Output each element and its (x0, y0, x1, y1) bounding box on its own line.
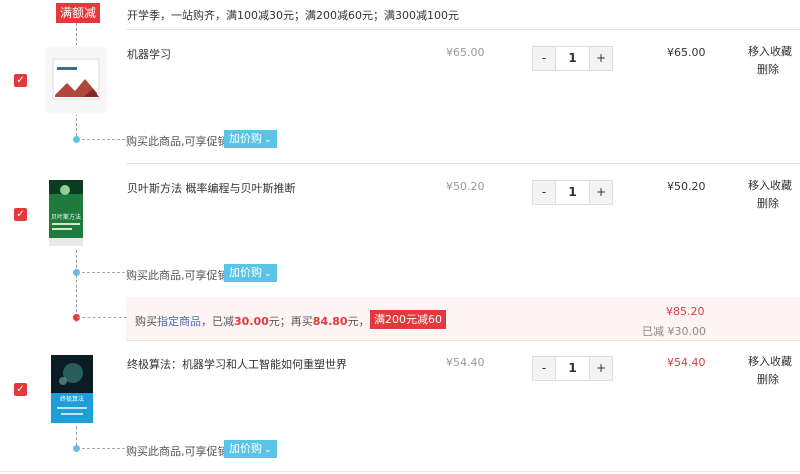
product-image[interactable] (43, 45, 109, 115)
promo-summary-text: 购买指定商品，已减30.00元；再买84.80元，可享受 (135, 313, 403, 329)
increase-qty-button[interactable]: + (589, 181, 612, 204)
add-on-purchase-button[interactable]: 加价购 ⌄ (224, 440, 277, 458)
divider (0, 471, 800, 472)
item-checkbox[interactable]: ✓ (14, 208, 27, 221)
remaining-amount: 84.80 (312, 315, 348, 328)
chevron-down-icon: ⌄ (264, 135, 272, 145)
addon-label: 加价购 (229, 442, 262, 455)
addon-label: 加价购 (229, 132, 262, 145)
promo-text: 购买此商品,可享促销 (126, 135, 229, 148)
add-on-purchase-button[interactable]: 加价购 ⌄ (224, 264, 277, 282)
product-title[interactable]: 终极算法：机器学习和人工智能如何重塑世界 (127, 356, 347, 372)
promo-tag: 满200元减60 (370, 310, 446, 329)
subtotal: ¥50.20 (667, 180, 706, 193)
item-checkbox[interactable]: ✓ (14, 383, 27, 396)
increase-qty-button[interactable]: + (589, 47, 612, 70)
promo-connector-line (77, 272, 125, 273)
divider (126, 29, 800, 30)
summary-text: ，已减 (201, 315, 234, 328)
move-to-favorites-link[interactable]: 移入收藏 (748, 353, 792, 371)
summary-total: ¥85.20 (666, 305, 705, 318)
promo-text: 购买此商品,可享促销 (126, 269, 229, 282)
product-title[interactable]: 贝叶斯方法 概率编程与贝叶斯推断 (127, 180, 296, 196)
book-cover-title: 终极算法 (60, 395, 84, 403)
summary-text: 元；再买 (268, 315, 313, 328)
reduced-amount: 30.00 (234, 315, 269, 328)
promo-connector-line (77, 139, 125, 140)
quantity-input[interactable]: 1 (556, 47, 589, 70)
delete-link[interactable]: 删除 (757, 371, 779, 389)
product-image[interactable]: 贝叶斯方法 (43, 180, 109, 250)
chevron-down-icon: ⌄ (264, 445, 272, 455)
unit-price: ¥54.40 (446, 356, 485, 369)
book-cover-title: 贝叶斯方法 (51, 213, 81, 221)
promo-connector-line (76, 250, 77, 322)
promo-text: 购买此商品,可享促销 (126, 445, 229, 458)
product-image[interactable]: 终极算法 (43, 355, 109, 425)
move-to-favorites-link[interactable]: 移入收藏 (748, 177, 792, 195)
subtotal: ¥65.00 (667, 46, 706, 59)
quantity-stepper: - 1 + (532, 180, 613, 205)
chevron-down-icon: ⌄ (264, 269, 272, 279)
quantity-input[interactable]: 1 (556, 181, 589, 204)
unit-price: ¥65.00 (446, 46, 485, 59)
summary-text: 购买 (135, 315, 157, 328)
increase-qty-button[interactable]: + (589, 357, 612, 380)
quantity-stepper: - 1 + (532, 356, 613, 381)
quantity-input[interactable]: 1 (556, 357, 589, 380)
delete-link[interactable]: 删除 (757, 61, 779, 79)
move-to-favorites-link[interactable]: 移入收藏 (748, 43, 792, 61)
summary-saved: 已减 ¥30.00 (642, 325, 706, 338)
divider (126, 340, 800, 341)
subtotal: ¥54.40 (667, 356, 706, 369)
item-checkbox[interactable]: ✓ (14, 74, 27, 87)
delete-link[interactable]: 删除 (757, 195, 779, 213)
promo-badge: 满额减 (56, 3, 101, 23)
quantity-stepper: - 1 + (532, 46, 613, 71)
designated-items-link[interactable]: 指定商品 (157, 315, 201, 328)
promo-connector-line (77, 448, 125, 449)
decrease-qty-button[interactable]: - (533, 357, 556, 380)
add-on-purchase-button[interactable]: 加价购 ⌄ (224, 130, 277, 148)
product-title[interactable]: 机器学习 (127, 46, 171, 62)
promo-header-text: 开学季，一站购齐，满100减30元；满200减60元；满300减100元 (127, 9, 459, 22)
decrease-qty-button[interactable]: - (533, 47, 556, 70)
promo-connector-line (77, 317, 127, 318)
decrease-qty-button[interactable]: - (533, 181, 556, 204)
unit-price: ¥50.20 (446, 180, 485, 193)
divider (126, 163, 800, 164)
addon-label: 加价购 (229, 266, 262, 279)
